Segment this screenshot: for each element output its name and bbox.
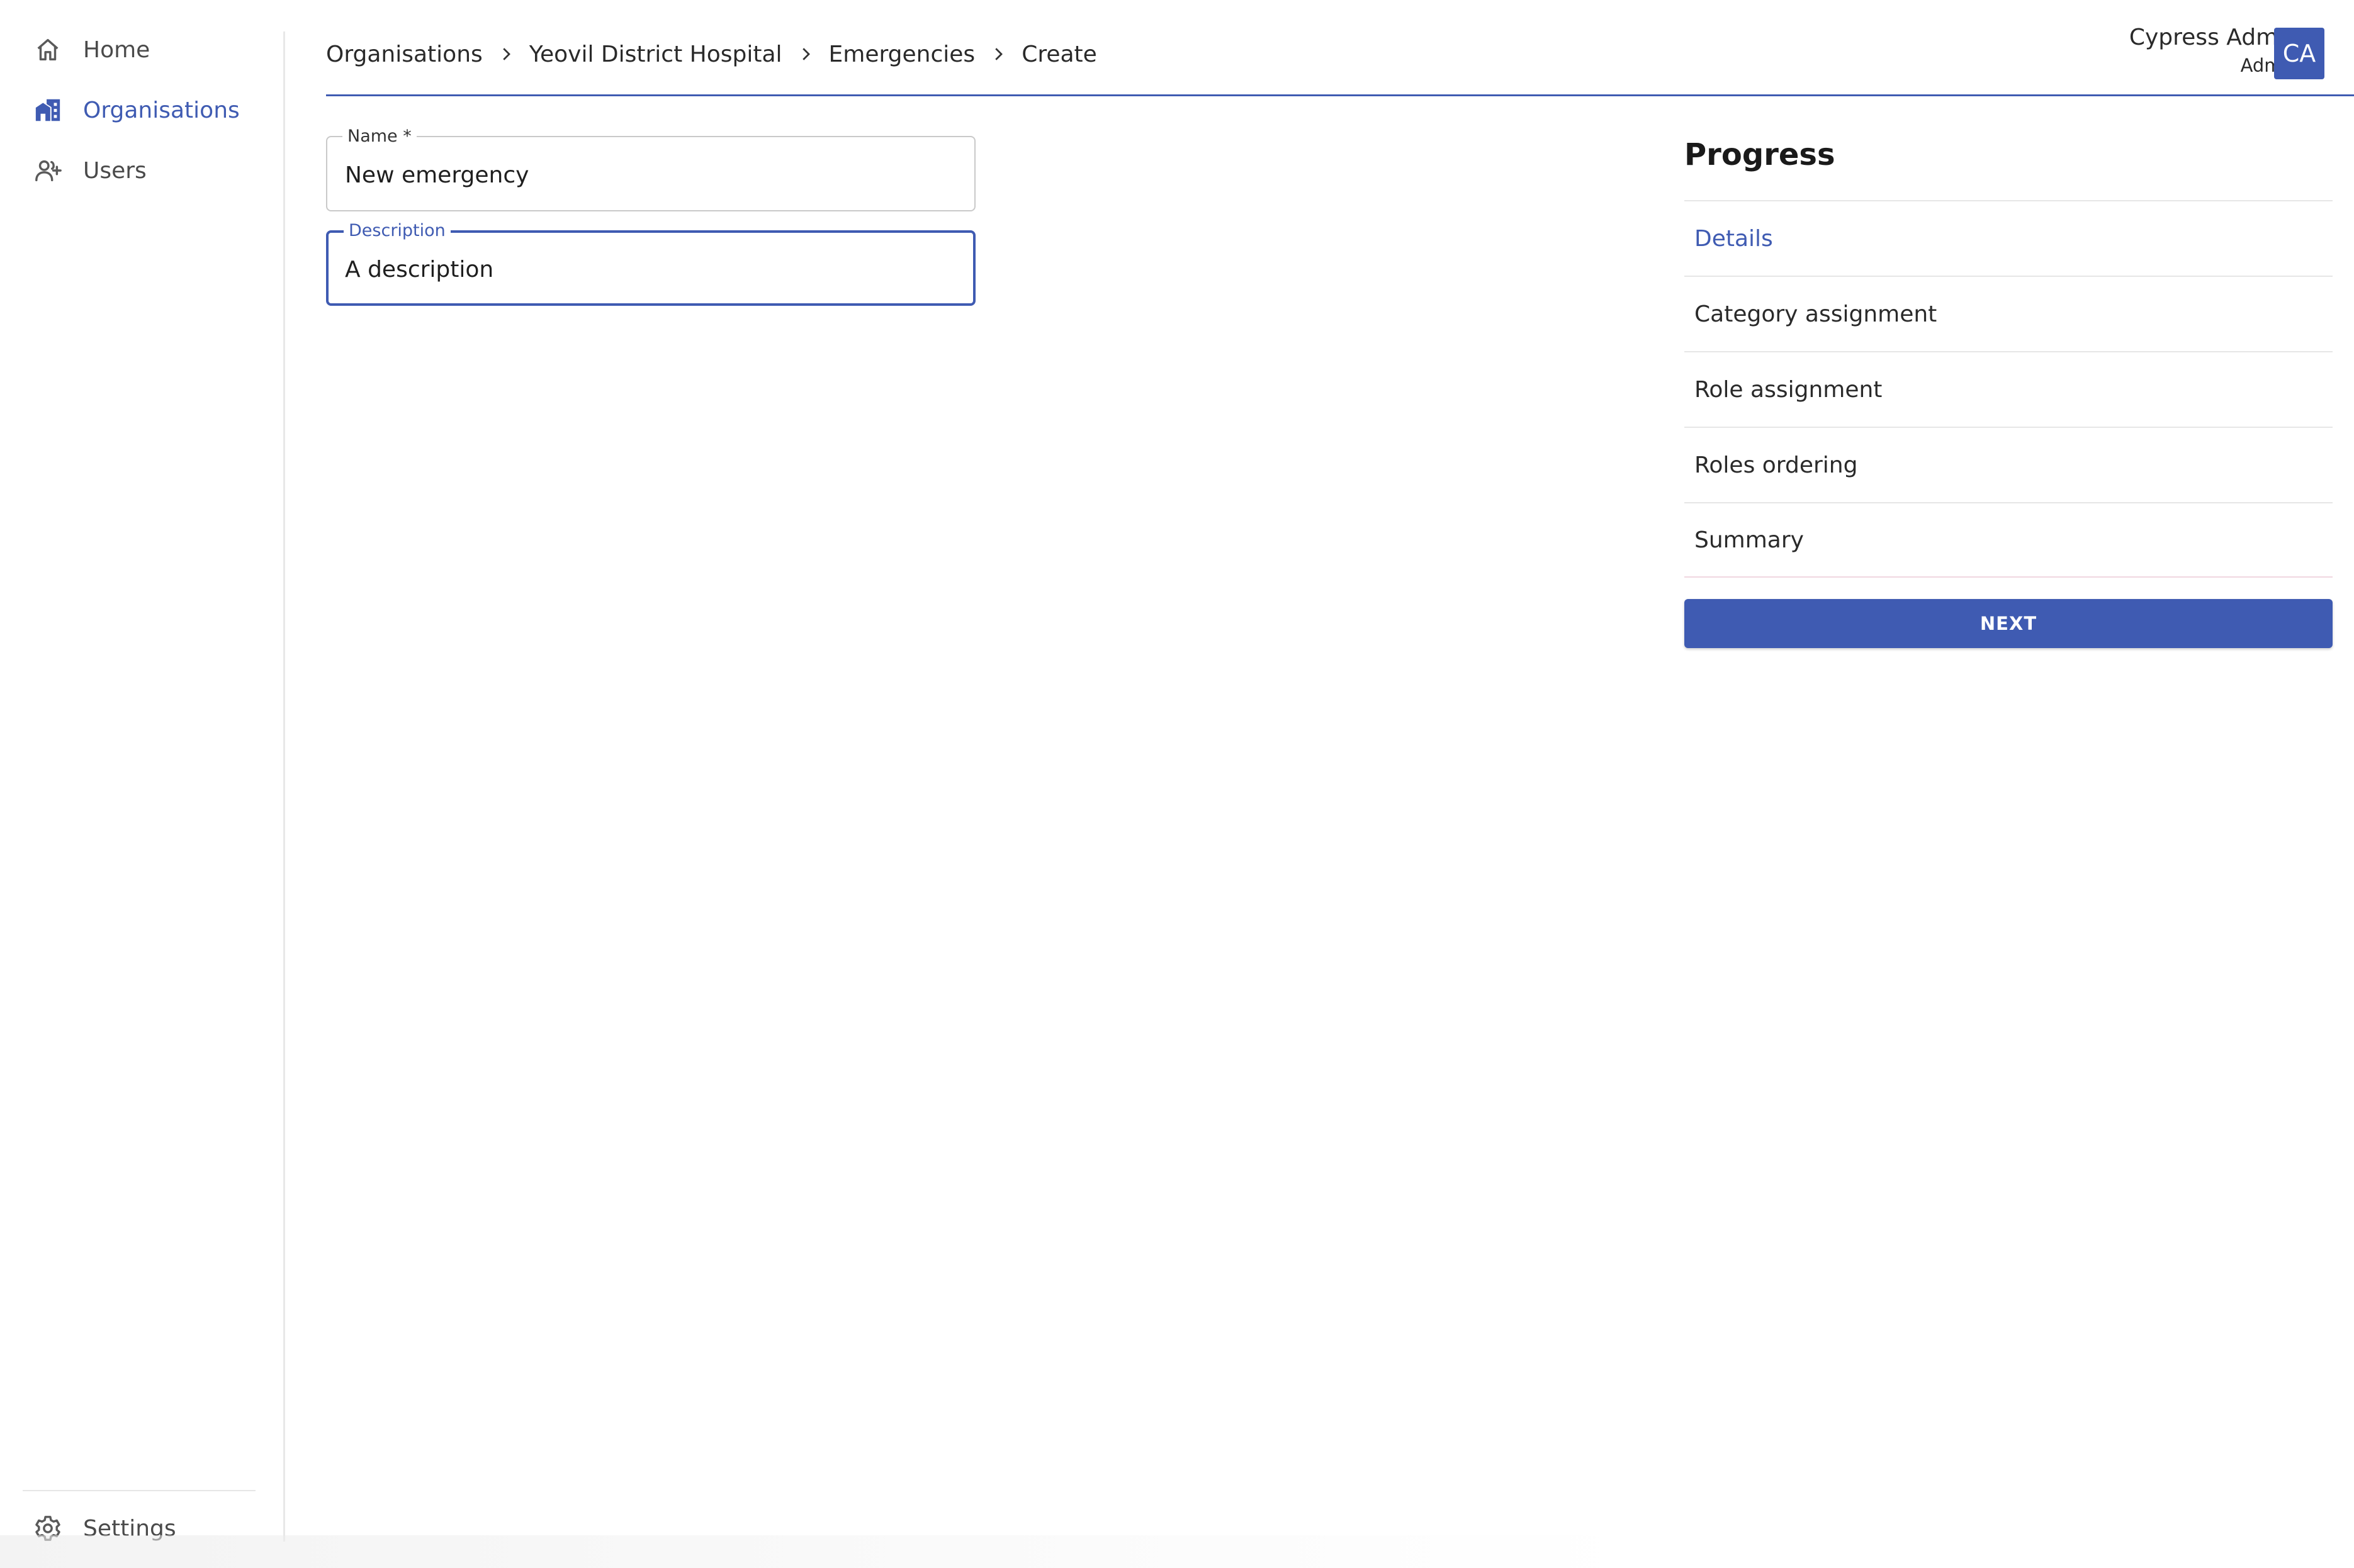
progress-step-summary[interactable]: Summary	[1684, 502, 2333, 578]
progress-step-details[interactable]: Details	[1684, 200, 2333, 276]
bottom-shadow	[0, 1535, 1636, 1568]
sidebar-item-label: Users	[83, 157, 147, 184]
name-field: Name *	[326, 126, 976, 211]
sidebar-item-users[interactable]: Users	[31, 143, 271, 198]
sidebar: Home Organisations Users Settings	[0, 0, 285, 1568]
chevron-right-icon	[483, 45, 529, 64]
breadcrumb-item-create: Create	[1022, 41, 1097, 67]
organisations-icon	[31, 94, 64, 126]
chevron-right-icon	[975, 45, 1022, 64]
name-field-label: Name *	[342, 126, 417, 146]
user-role: Admin	[2240, 55, 2299, 76]
header-divider	[326, 94, 2354, 96]
description-field: Description	[326, 221, 976, 306]
sidebar-item-organisations[interactable]: Organisations	[31, 83, 271, 137]
next-button[interactable]: NEXT	[1684, 599, 2333, 648]
progress-panel: Progress Details Category assignment Rol…	[1684, 132, 2333, 578]
breadcrumb-item-emergencies[interactable]: Emergencies	[829, 42, 976, 67]
progress-step-category-assignment[interactable]: Category assignment	[1684, 276, 2333, 351]
sidebar-divider	[23, 1490, 256, 1491]
sidebar-item-home[interactable]: Home	[31, 23, 271, 77]
avatar[interactable]: CA	[2274, 28, 2324, 79]
user-name: Cypress Admin	[2129, 25, 2299, 50]
breadcrumb-item-organisations[interactable]: Organisations	[326, 42, 483, 67]
chevron-right-icon	[782, 45, 829, 64]
description-input[interactable]	[345, 250, 949, 288]
users-icon	[31, 154, 64, 187]
breadcrumb-item-hospital[interactable]: Yeovil District Hospital	[529, 42, 782, 67]
sidebar-item-label: Home	[83, 36, 150, 63]
description-field-label: Description	[344, 221, 451, 240]
progress-step-roles-ordering[interactable]: Roles ordering	[1684, 427, 2333, 502]
progress-step-role-assignment[interactable]: Role assignment	[1684, 351, 2333, 427]
home-icon	[31, 33, 64, 66]
breadcrumb: Organisations Yeovil District Hospital E…	[326, 35, 1097, 73]
sidebar-item-label: Organisations	[83, 97, 240, 123]
user-info: Cypress Admin Admin	[2129, 23, 2299, 78]
progress-title: Progress	[1684, 137, 1835, 172]
app-root: Home Organisations Users Settings Organi…	[0, 0, 2354, 1568]
name-input[interactable]	[345, 156, 949, 194]
sidebar-border	[283, 31, 285, 1542]
